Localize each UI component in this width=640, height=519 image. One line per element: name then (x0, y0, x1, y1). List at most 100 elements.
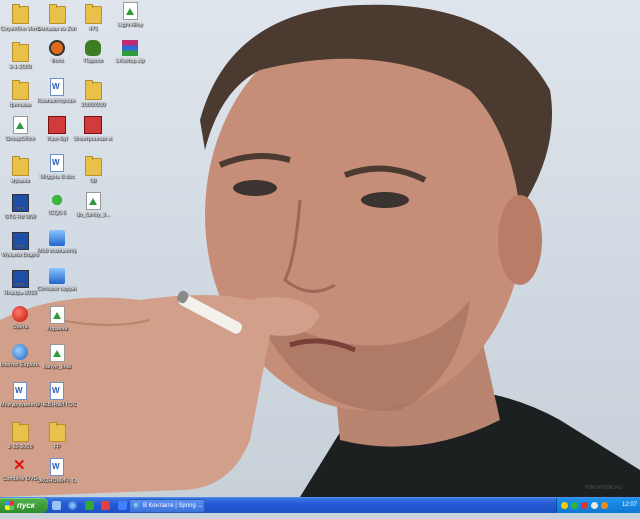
desktop-icon[interactable]: Январь-2010 (0, 268, 40, 304)
desktop-icon-label: Мой компьютер (37, 248, 77, 254)
desktop-icon[interactable]: Корзина (37, 306, 77, 342)
desktop-icon[interactable]: 08 (73, 154, 113, 190)
tray-volume-icon[interactable] (591, 502, 598, 509)
desktop-icon-label: ЭКОНОМИЧ. ОБРАЗОВА... (37, 478, 77, 484)
internet-explorer-icon (12, 344, 28, 360)
desktop-icon[interactable]: Opera (0, 306, 40, 342)
tray-warning-icon[interactable] (561, 502, 568, 509)
desktop-icon[interactable]: Служебно Инто (0, 2, 40, 38)
desktop-icon[interactable]: Мои документы (0, 382, 40, 418)
internet-explorer-icon[interactable] (68, 501, 78, 510)
desktop-icon[interactable]: Light Alloy (110, 2, 150, 38)
desktop-icon-label: GroupOffice (5, 136, 35, 142)
desktop-icon-label: Сетевое окружение (37, 286, 77, 292)
desktop-icon-label: ICQ6.5 (48, 210, 66, 216)
desktop-icon[interactable]: 3-1-2009 (0, 40, 40, 76)
desktop-icon-label: 471 (88, 26, 98, 32)
opera-icon[interactable] (101, 501, 111, 510)
tray-network-icon[interactable] (571, 502, 578, 509)
word-doc-icon (50, 382, 64, 400)
desktop-icon-label: do_family_il... (76, 212, 110, 218)
word-doc-icon (50, 154, 64, 172)
desktop-icon[interactable]: УЧЕБНЫЙ ГОСУДАРС... (37, 382, 77, 418)
desktop-icon[interactable]: STS Hd WW (0, 192, 40, 228)
desktop-icon[interactable]: Сетевое окружение (37, 268, 77, 304)
media-player-icon[interactable] (84, 501, 94, 510)
desktop-icon[interactable]: Combine DVD (0, 456, 40, 494)
desktop-icon-label: Light Alloy (117, 22, 143, 28)
desktop-icon[interactable]: Электронная консультан... (73, 116, 113, 152)
my-documents-icon (13, 382, 27, 400)
winrar-icon (122, 40, 138, 56)
bug-icon (85, 40, 101, 56)
desktop-icon-label: 20090930 (80, 102, 106, 108)
desktop-icon[interactable]: FF (37, 420, 77, 456)
desktop-icon-label: Служебно Инто (0, 26, 40, 32)
desktop-icon-label: kanye_final (43, 364, 71, 370)
folder-window-icon[interactable] (117, 501, 127, 510)
desktop-icon-label: Kavi-Syl (46, 136, 68, 142)
desktop-icon[interactable]: музыка (0, 154, 40, 190)
desktop-icon-label: 3-16-2009 (7, 444, 33, 450)
tray-app-icon[interactable] (601, 502, 608, 509)
desktop-icon[interactable]: 3-16-2009 (0, 420, 40, 456)
desktop-icon-label: музыка (10, 178, 30, 184)
image-icon (49, 344, 65, 362)
windows-logo-icon (5, 501, 14, 510)
system-tray: 12:07 (556, 498, 640, 513)
camera-icon (49, 40, 65, 56)
network-icon (49, 268, 65, 284)
desktop-icon-label: Фильмы из Zonafilm (37, 26, 77, 32)
desktop-icon-label: фильмы (9, 102, 31, 108)
x-icon (12, 456, 28, 474)
desktop-icons-area: Служебно ИнтоФильмы из Zonafilm 471 Light … (0, 0, 150, 497)
desktop-icon[interactable]: фильмы (0, 78, 40, 114)
desktop-icon[interactable]: kanye_final (37, 344, 77, 380)
desktop-icon-label: УЧЕБНЫЙ ГОСУДАРС... (37, 402, 77, 408)
archive-icon (84, 116, 102, 134)
desktop-icon[interactable]: LKsetup.zip (110, 40, 150, 76)
folder-icon (48, 4, 66, 24)
show-desktop-icon[interactable] (52, 501, 61, 510)
folder-icon (11, 4, 29, 24)
tool-icon (48, 116, 66, 134)
desktop-icon-label: Combine DVD (2, 476, 38, 482)
desktop-icon[interactable]: Музыка Видео (0, 230, 40, 266)
desktop-icon-label: Январь-2010 (3, 290, 37, 296)
desktop-icon[interactable]: ICQ6.5 (37, 192, 77, 228)
desktop-icon[interactable]: 20090930 (73, 78, 113, 114)
desktop-icon[interactable]: Internet Explorer (0, 344, 40, 380)
desktop-icon[interactable]: Компьютерная интернет.doc (37, 78, 77, 114)
monitor-icon (11, 270, 29, 288)
desktop-icon-label: 08 (89, 178, 97, 184)
watermark: KINOPOISK.RU (586, 485, 623, 491)
desktop-icon[interactable]: Модуль 8.doc (37, 154, 77, 190)
tray-antivirus-icon[interactable] (581, 502, 588, 509)
desktop-icon[interactable]: ЭКОНОМИЧ. ОБРАЗОВА... (37, 458, 77, 494)
folder-icon (11, 42, 29, 62)
desktop-icon-label: Музыка Видео (1, 252, 39, 258)
taskbar-button-browser[interactable]: В Контакте | Spring ... (129, 499, 205, 513)
desktop-icon[interactable]: 471 (73, 2, 113, 38)
monitor-icon (11, 232, 29, 250)
desktop-icon-label: Фото (50, 58, 64, 64)
desktop-icon[interactable]: do_family_il... (73, 192, 113, 228)
my-computer-icon (49, 230, 65, 246)
desktop-icon-label: STS Hd WW (4, 214, 36, 220)
desktop-icon-label: Электронная консультан... (73, 136, 113, 142)
clock[interactable]: 12:07 (622, 498, 637, 513)
folder-icon (84, 156, 102, 176)
desktop-icon[interactable]: Фото (37, 40, 77, 76)
desktop-icon[interactable]: Пароли (73, 40, 113, 76)
recycle-bin-icon (49, 306, 65, 324)
start-button[interactable]: пуск (0, 498, 48, 513)
internet-explorer-icon (133, 501, 140, 509)
desktop-icon[interactable]: Мой компьютер (37, 230, 77, 266)
desktop-icon[interactable]: Kavi-Syl (37, 116, 77, 152)
desktop-icon[interactable]: GroupOffice (0, 116, 40, 152)
desktop-icon-label: Модуль 8.doc (39, 174, 75, 180)
desktop-icon-label: Пароли (83, 58, 103, 64)
desktop-icon[interactable]: Фильмы из Zonafilm (37, 2, 77, 38)
taskbar: пуск В Контакте | Spring ... 12:07 (0, 497, 640, 513)
image-icon (12, 116, 28, 134)
